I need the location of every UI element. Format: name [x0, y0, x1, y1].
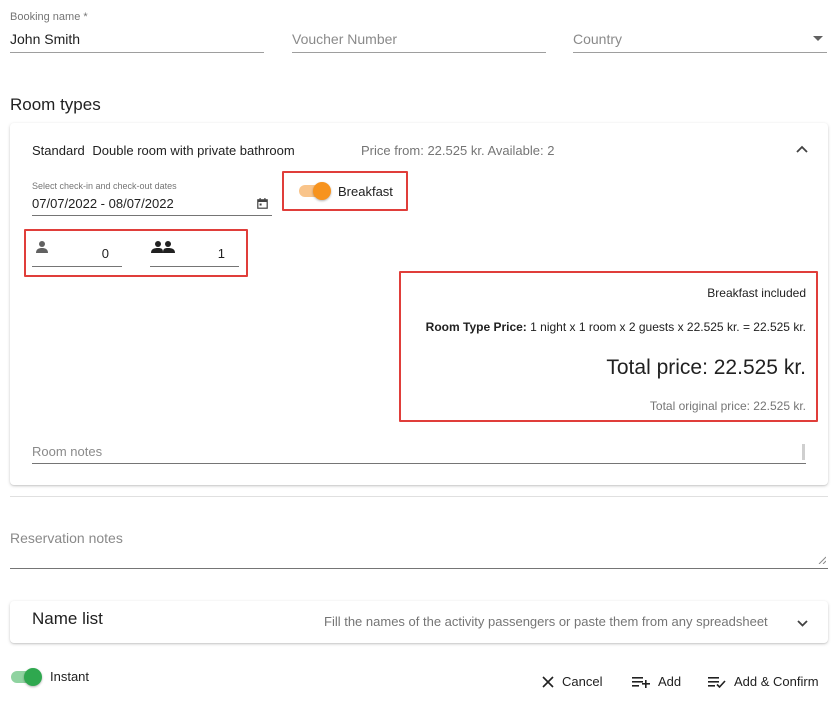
calendar-icon[interactable] — [257, 198, 268, 209]
room-type-header[interactable]: Standard Double room with private bathro… — [32, 143, 295, 158]
room-type-description: Double room with private bathroom — [92, 143, 295, 158]
room-type-price-label: Room Type Price: — [425, 320, 527, 334]
double-guests-underline — [150, 266, 239, 267]
group-icon — [151, 241, 175, 253]
chevron-down-icon[interactable] — [797, 620, 808, 627]
total-original-price: Total original price: 22.525 kr. — [649, 399, 806, 413]
instant-toggle[interactable] — [11, 668, 45, 686]
total-price: Total price: 22.525 kr. — [606, 356, 806, 379]
dates-label: Select check-in and check-out dates — [32, 181, 177, 191]
voucher-number-underline — [292, 52, 546, 53]
add-button[interactable]: Add — [632, 674, 681, 689]
chevron-up-icon[interactable] — [796, 145, 808, 153]
add-confirm-button[interactable]: Add & Confirm — [708, 674, 819, 689]
breakfast-included-text: Breakfast included — [707, 286, 806, 300]
booking-name-input[interactable]: John Smith — [10, 31, 80, 47]
resize-handle-icon[interactable] — [818, 556, 826, 564]
person-icon — [36, 241, 48, 253]
country-underline — [573, 52, 827, 53]
room-type-price-info: Price from: 22.525 kr. Available: 2 — [361, 143, 555, 158]
playlist-add-icon — [632, 676, 650, 688]
single-guests-underline — [32, 266, 122, 267]
divider — [10, 496, 828, 497]
booking-name-label: Booking name * — [10, 11, 88, 23]
voucher-number-input[interactable]: Voucher Number — [292, 31, 397, 47]
room-notes-input[interactable]: Room notes — [32, 444, 102, 459]
room-type-name: Standard — [32, 143, 85, 158]
cancel-button[interactable]: Cancel — [542, 674, 602, 689]
playlist-check-icon — [708, 676, 726, 688]
double-guests-input[interactable]: 1 — [180, 246, 225, 261]
room-notes-scrollbar[interactable] — [802, 444, 805, 460]
reservation-notes-underline — [10, 568, 828, 569]
room-notes-underline — [32, 463, 806, 464]
dates-underline — [32, 215, 272, 216]
breakfast-toggle[interactable] — [299, 182, 333, 200]
country-select[interactable]: Country — [573, 31, 622, 47]
reservation-notes-input[interactable]: Reservation notes — [10, 530, 123, 546]
room-type-price-line: Room Type Price: 1 night x 1 room x 2 gu… — [405, 320, 806, 334]
add-confirm-label: Add & Confirm — [734, 674, 819, 689]
booking-name-underline — [10, 52, 264, 53]
room-types-title: Room types — [10, 95, 101, 114]
country-dropdown-icon[interactable] — [813, 36, 823, 42]
room-type-price-value: 1 night x 1 room x 2 guests x 22.525 kr.… — [530, 320, 806, 334]
name-list-hint: Fill the names of the activity passenger… — [324, 614, 768, 629]
name-list-title: Name list — [32, 609, 103, 628]
single-guests-input[interactable]: 0 — [60, 246, 109, 261]
cancel-label: Cancel — [562, 674, 603, 689]
instant-toggle-knob — [24, 668, 42, 686]
instant-label: Instant — [50, 669, 90, 684]
add-label: Add — [658, 674, 682, 689]
breakfast-toggle-knob — [313, 182, 331, 200]
dates-input[interactable]: 07/07/2022 - 08/07/2022 — [32, 196, 174, 211]
breakfast-label: Breakfast — [338, 184, 393, 199]
close-icon — [542, 675, 554, 688]
